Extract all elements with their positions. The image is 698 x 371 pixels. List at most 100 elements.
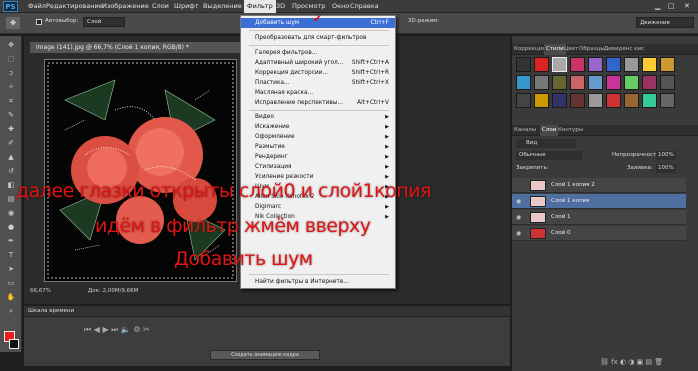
marquee-tool-icon[interactable]: ⬚ (4, 54, 18, 64)
layer-name[interactable]: Слой 1 (551, 210, 571, 225)
path-select-icon[interactable]: ➤ (4, 264, 18, 274)
style-swatch[interactable] (624, 93, 639, 108)
style-swatch[interactable] (606, 93, 621, 108)
menu-filter[interactable]: Фильтр (244, 0, 276, 13)
style-swatch[interactable] (552, 57, 567, 72)
workspace-dropdown[interactable]: Движение (636, 17, 694, 28)
layer-row[interactable]: ◉ Слой 1 копия (512, 194, 686, 209)
tab-swatches[interactable]: Образцы (579, 44, 605, 55)
menu-item-render[interactable]: Рендеринг ▶ (241, 152, 395, 162)
zoom-tool-icon[interactable]: ⌕ (4, 306, 18, 316)
lasso-tool-icon[interactable]: ↄ (4, 68, 18, 78)
create-frame-animation-button[interactable]: Создать анимацию кадра (210, 350, 320, 360)
timeline-controls[interactable]: ⏮ ◀ ▶ ⏭ 🔈 ⚙ ✂ (84, 325, 150, 335)
style-swatch[interactable] (588, 57, 603, 72)
healing-brush-icon[interactable]: ✚ (4, 124, 18, 134)
crop-tool-icon[interactable]: ⌗ (4, 96, 18, 106)
menu-item-stylize[interactable]: Стилизация ▶ (241, 162, 395, 172)
move-tool-icon[interactable]: ✥ (6, 17, 20, 29)
layer-name[interactable]: Слой 0 (551, 226, 571, 241)
menu-image[interactable]: Изображение (102, 0, 149, 13)
background-color-swatch[interactable] (9, 339, 19, 349)
style-swatch[interactable] (534, 93, 549, 108)
style-swatch[interactable] (606, 75, 621, 90)
fill-input[interactable]: 100% (656, 164, 676, 173)
layer-row[interactable]: ◉ Слой 0 (512, 226, 686, 241)
eye-icon[interactable]: ◉ (516, 226, 521, 241)
dodge-tool-icon[interactable]: ● (4, 222, 18, 232)
menu-item-blur[interactable]: Размытие ▶ (241, 142, 395, 152)
tab-styles[interactable]: Стили (544, 44, 566, 55)
layer-kind-filter[interactable]: Вид (516, 139, 576, 148)
style-swatch[interactable] (552, 75, 567, 90)
style-swatch[interactable] (642, 93, 657, 108)
style-swatch[interactable] (570, 57, 585, 72)
style-swatch[interactable] (570, 93, 585, 108)
menu-file[interactable]: Файл (28, 0, 46, 13)
menu-item-smart-filters[interactable]: Преобразовать для смарт-фильтров (241, 33, 395, 43)
style-swatch[interactable] (642, 57, 657, 72)
menu-item-filter-gallery[interactable]: Галерея фильтров... (241, 48, 395, 58)
style-swatch[interactable] (660, 75, 675, 90)
style-swatch[interactable] (624, 75, 639, 90)
menu-item-liquify[interactable]: Пластика... Shift+Ctrl+X (241, 78, 395, 88)
menu-item-oil-paint[interactable]: Масляная краска... (241, 88, 395, 98)
tab-layers[interactable]: Слои (540, 125, 559, 136)
style-swatch[interactable] (660, 93, 675, 108)
style-swatch[interactable] (516, 93, 531, 108)
style-swatch[interactable] (588, 75, 603, 90)
style-swatch[interactable] (606, 57, 621, 72)
tab-channels[interactable]: Каналы (514, 125, 536, 136)
menu-item-browse-filters-online[interactable]: Найти фильтры в Интернете... (241, 277, 395, 287)
layer-row[interactable]: ◉ Слой 1 (512, 210, 686, 225)
layer-name[interactable]: Слой 1 копия 2 (551, 178, 595, 193)
style-swatch[interactable] (534, 57, 549, 72)
menu-item-video[interactable]: Видео ▶ (241, 112, 395, 122)
document-tab[interactable]: image (141).jpg @ 66,7% (Слой 1 копия, R… (30, 42, 250, 53)
style-swatch[interactable] (660, 57, 675, 72)
menu-layers[interactable]: Слои (152, 0, 169, 13)
timeline-title[interactable]: Шкала времени (28, 306, 74, 317)
magic-wand-icon[interactable]: ✧ (4, 82, 18, 92)
eyedropper-icon[interactable]: ✎ (4, 110, 18, 120)
tab-adjustments[interactable]: Коррекция (514, 44, 546, 55)
shape-tool-icon[interactable]: ▭ (4, 278, 18, 288)
close-icon[interactable]: ✕ (684, 0, 690, 13)
tab-color[interactable]: Цвет (564, 44, 578, 55)
menu-item-digimarc[interactable]: Digimarc ▶ (241, 202, 395, 212)
layer-actions-icons[interactable]: ⛓ fx ◐ ◑ ▣ ▤ 🗑 (600, 358, 663, 366)
autoselect-checkbox[interactable] (36, 19, 42, 25)
menu-help[interactable]: Справка (350, 0, 379, 13)
eye-icon[interactable]: ◉ (516, 194, 521, 209)
menu-type[interactable]: Шрифт (174, 0, 199, 13)
zoom-level[interactable]: 66,67% (30, 288, 51, 294)
style-swatch[interactable] (624, 57, 639, 72)
blend-mode-dropdown[interactable]: Обычные (516, 151, 582, 160)
clone-stamp-icon[interactable]: ▲ (4, 152, 18, 162)
style-swatch[interactable] (516, 57, 531, 72)
tab-extra[interactable]: Дивиденс кис (604, 44, 644, 55)
menu-edit[interactable]: Редактирование (46, 0, 103, 13)
blur-tool-icon[interactable]: ◉ (4, 208, 18, 218)
style-swatch[interactable] (588, 93, 603, 108)
layer-name[interactable]: Слой 1 копия (551, 194, 589, 209)
brush-tool-icon[interactable]: ✐ (4, 138, 18, 148)
style-swatch[interactable] (642, 75, 657, 90)
menu-item-distort[interactable]: Искажение ▶ (241, 122, 395, 132)
menu-item-adaptive-wide-angle[interactable]: Адаптивный широкий угол... Shift+Ctrl+A (241, 58, 395, 68)
style-swatch[interactable] (516, 75, 531, 90)
move-tool-icon[interactable]: ✥ (4, 40, 18, 50)
eye-icon[interactable]: ◉ (516, 210, 521, 225)
style-swatch[interactable] (534, 75, 549, 90)
minimize-icon[interactable]: ▁ (655, 0, 660, 13)
tab-paths[interactable]: Контуры (558, 125, 583, 136)
opacity-input[interactable]: 100% (656, 151, 676, 160)
menu-item-lens-correction[interactable]: Коррекция дисторсии... Shift+Ctrl+R (241, 68, 395, 78)
hand-tool-icon[interactable]: ✋ (4, 292, 18, 302)
menu-3d[interactable]: 3D (276, 0, 285, 13)
menu-window[interactable]: Окно (332, 0, 349, 13)
menu-item-stylize-art[interactable]: Оформление ▶ (241, 132, 395, 142)
menu-select[interactable]: Выделение (203, 0, 242, 13)
type-tool-icon[interactable]: T (4, 250, 18, 260)
style-swatch[interactable] (570, 75, 585, 90)
